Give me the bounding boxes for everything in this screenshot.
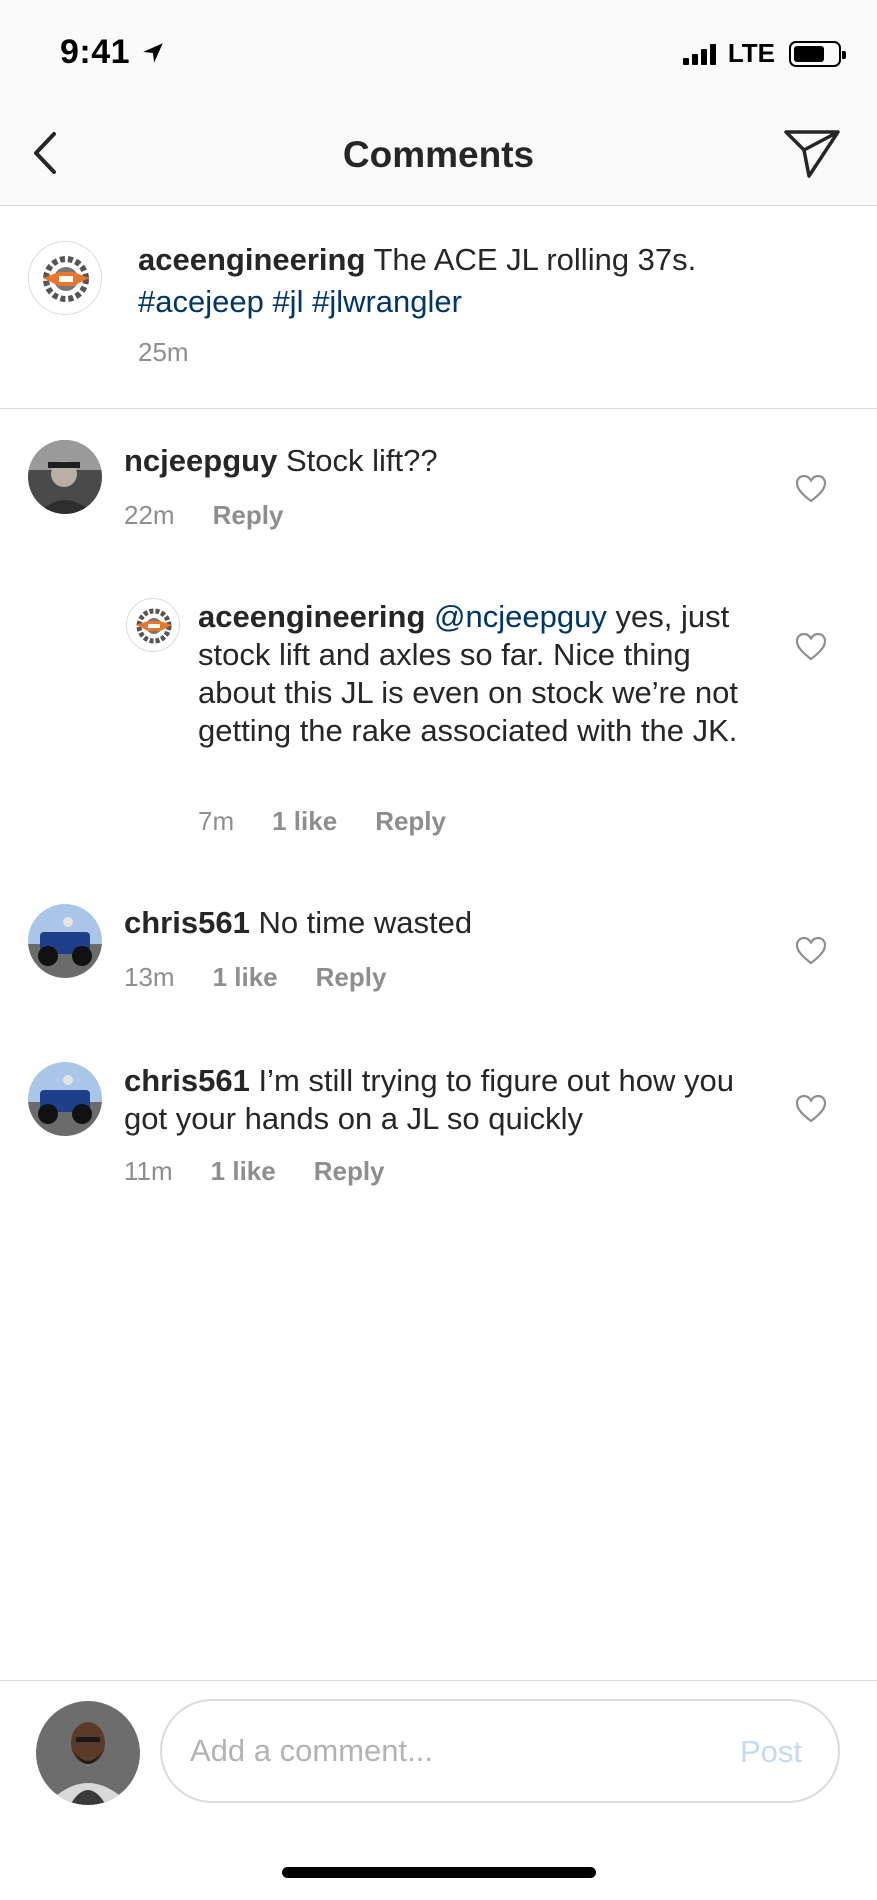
comment-composer: Post [0,1680,877,1900]
comment-meta: 13m 1 like Reply [124,962,386,993]
comment-text: aceengineering @ncjeepguy yes, just stoc… [198,598,758,750]
post-caption: aceengineering The ACE JL rolling 37s. #… [0,207,877,409]
reply-button[interactable]: Reply [314,1156,385,1187]
comment-timestamp: 22m [124,500,175,530]
heart-icon[interactable] [795,1094,827,1124]
heart-icon[interactable] [795,474,827,504]
post-button[interactable]: Post [740,1734,802,1770]
current-user-avatar [36,1701,140,1805]
comment-text: chris561 I’m still trying to figure out … [124,1062,764,1138]
comment-text: chris561 No time wasted [124,904,764,942]
caption-text: aceengineering The ACE JL rolling 37s. #… [138,239,778,323]
comment-mention[interactable]: @ncjeepguy [434,599,607,634]
avatar[interactable] [28,904,102,978]
comment-input-container: Post [160,1699,840,1803]
heart-icon[interactable] [795,632,827,662]
battery-icon [789,40,846,67]
comment-timestamp: 7m [198,806,235,836]
ace-logo-icon [43,256,89,302]
comment-meta: 11m 1 like Reply [124,1156,385,1187]
comment-meta: 22m Reply [124,500,283,531]
avatar[interactable] [126,598,180,652]
avatar[interactable] [28,440,102,514]
caption-username[interactable]: aceengineering [138,242,365,277]
reply-button[interactable]: Reply [375,806,446,837]
comment-input[interactable] [190,1723,670,1779]
comment-username[interactable]: aceengineering [198,599,425,634]
avatar[interactable] [28,241,102,315]
user-photo-icon [36,1701,140,1805]
comment-timestamp: 13m [124,962,175,992]
reply-button[interactable]: Reply [213,500,284,531]
comment-username[interactable]: chris561 [124,1063,250,1098]
caption-body: The ACE JL rolling 37s. [365,242,697,277]
network-label: LTE [727,38,775,68]
comment-meta: 7m 1 like Reply [198,806,446,837]
signal-icon [682,43,716,65]
user-photo-icon [28,440,102,514]
likes-count[interactable]: 1 like [272,806,337,837]
user-photo-icon [28,904,102,978]
likes-count[interactable]: 1 like [211,1156,276,1187]
ace-logo-icon [136,608,172,644]
comment-username[interactable]: chris561 [124,905,250,940]
caption-hashtags[interactable]: #acejeep #jl #jlwrangler [138,284,462,319]
user-photo-icon [28,1062,102,1136]
battery-level [794,45,825,62]
status-indicators: LTE [682,38,846,69]
status-time: 9:41 [60,33,131,71]
home-indicator[interactable] [282,1867,596,1878]
page-title: Comments [342,134,535,175]
heart-icon[interactable] [795,936,827,966]
likes-count[interactable]: 1 like [213,962,278,993]
location-arrow-icon [143,43,163,63]
comment-text: ncjeepguy Stock lift?? [124,442,764,480]
avatar[interactable] [28,1062,102,1136]
status-bar: 9:41 LTE [0,0,877,100]
direct-send-icon[interactable] [783,128,841,180]
caption-timestamp: 25m [138,337,189,367]
reply-button[interactable]: Reply [316,962,387,993]
comment-username[interactable]: ncjeepguy [124,443,277,478]
comment-body: Stock lift?? [277,443,438,478]
comment-timestamp: 11m [124,1156,173,1186]
nav-bar: Comments [0,100,877,206]
comment-body: No time wasted [249,905,473,940]
